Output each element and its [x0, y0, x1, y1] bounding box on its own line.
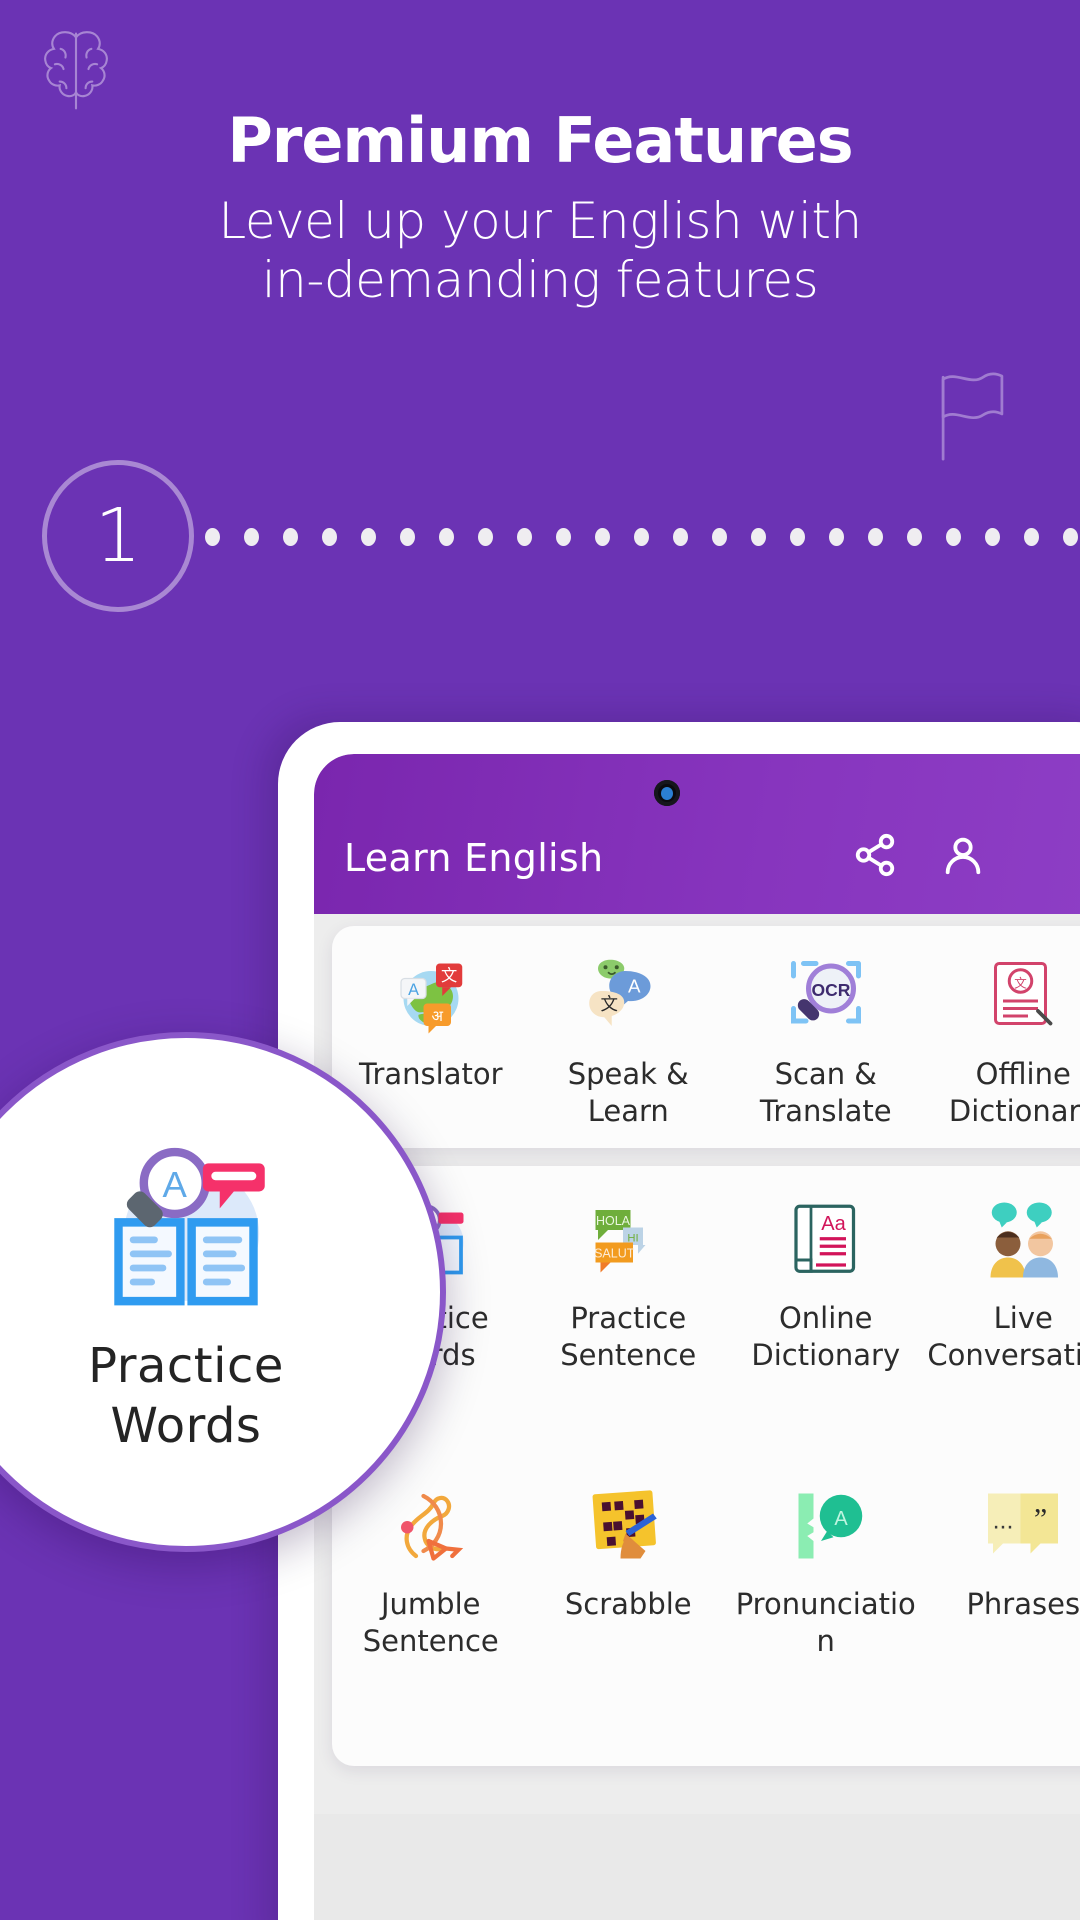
practice-words-icon: A — [81, 1133, 291, 1323]
svg-text:HI: HI — [628, 1232, 639, 1244]
step-dot — [751, 528, 766, 546]
step-dot — [634, 528, 649, 546]
svg-text:OCR: OCR — [811, 980, 850, 1000]
feature-card-top: A 文 अ Translator A 文 Speak & Learn OCR S… — [332, 926, 1080, 1148]
page-subtitle-line1: Level up your English with — [218, 192, 862, 250]
svg-text:文: 文 — [1014, 975, 1027, 990]
feature-label: Online Dictionary — [751, 1301, 901, 1373]
page-subtitle-line2: in-demanding features — [261, 251, 819, 309]
feature-item-online-dictionary[interactable]: Aa Online Dictionary — [727, 1196, 925, 1374]
step-dot — [790, 528, 805, 546]
online-dictionary-icon: Aa — [782, 1196, 870, 1284]
feature-item-offline-dictionary[interactable]: 文 Offline Dictionary — [925, 952, 1080, 1130]
step-dot — [712, 528, 727, 546]
feature-label: Jumble Sentence — [362, 1587, 499, 1659]
promo-screenshot: Premium Features Level up your English w… — [0, 0, 1080, 1920]
svg-text:...: ... — [993, 1507, 1014, 1535]
svg-text:A: A — [628, 975, 641, 996]
step-dot — [829, 528, 844, 546]
speech-bubbles-icon: A 文 — [584, 952, 672, 1040]
step-dot — [517, 528, 532, 546]
feature-label: Speak & Learn — [567, 1057, 689, 1129]
quote-bubble-icon: ... ” — [979, 1482, 1067, 1570]
feature-label: Scrabble — [564, 1587, 692, 1621]
feature-label: Pronunciation — [735, 1587, 916, 1659]
feature-row-3: Jumble Sentence Scrabble A Pronunciation… — [332, 1482, 1080, 1660]
svg-text:A: A — [408, 981, 419, 999]
step-dot — [1024, 528, 1039, 546]
step-dot — [1063, 528, 1078, 546]
svg-text:HOLA: HOLA — [596, 1214, 631, 1228]
jumble-knot-icon — [387, 1482, 475, 1570]
page-title: Premium Features — [227, 104, 853, 177]
svg-text:文: 文 — [441, 967, 457, 985]
speaking-head-icon: A — [782, 1482, 870, 1570]
account-icon[interactable] — [940, 832, 986, 878]
svg-text:文: 文 — [601, 994, 619, 1014]
offline-dictionary-icon: 文 — [979, 952, 1067, 1040]
brain-icon — [44, 31, 108, 110]
highlight-label-line1: Practice — [88, 1338, 284, 1395]
feature-label: Translator — [359, 1057, 503, 1091]
step-dotted-line — [205, 522, 1080, 552]
svg-text:SALUT: SALUT — [594, 1247, 635, 1261]
step-dot — [478, 528, 493, 546]
camera-lens-icon — [661, 787, 673, 800]
feature-card-main: A Practice Words HOLA — [332, 1166, 1080, 1766]
step-dot — [595, 528, 610, 546]
feature-label: Offline Dictionary — [948, 1057, 1080, 1129]
globe-translate-icon: A 文 अ — [387, 952, 475, 1040]
phone-bottom-strip — [314, 1814, 1080, 1920]
page-subtitle: Level up your English with in-demanding … — [0, 192, 1080, 310]
step-dot — [361, 528, 376, 546]
step-dot — [673, 528, 688, 546]
step-indicator-circle: 1 — [42, 460, 194, 612]
hola-salut-bubbles-icon: HOLA HI SALUT — [584, 1196, 672, 1284]
step-dot — [946, 528, 961, 546]
app-bar: Learn English — [314, 754, 1080, 914]
feature-label: Phrases — [966, 1587, 1080, 1621]
step-dot — [868, 528, 883, 546]
scrabble-board-icon — [584, 1482, 672, 1570]
feature-item-pronunciation[interactable]: A Pronunciation — [727, 1482, 925, 1660]
feature-label: Live Conversation — [927, 1301, 1080, 1373]
svg-text:”: ” — [1034, 1503, 1047, 1536]
flag-icon — [941, 372, 1004, 461]
feature-item-practice-sentence[interactable]: HOLA HI SALUT Practice Sentence — [530, 1196, 728, 1374]
highlight-label-line2: Words — [110, 1398, 262, 1454]
feature-label: Scan & Translate — [759, 1057, 892, 1129]
step-dot — [985, 528, 1000, 546]
feature-item-jumble-sentence[interactable]: Jumble Sentence — [332, 1482, 530, 1660]
step-dot — [283, 528, 298, 546]
feature-item-scrabble[interactable]: Scrabble — [530, 1482, 728, 1660]
step-dot — [205, 528, 220, 546]
feature-item-speak-and-learn[interactable]: A 文 Speak & Learn — [530, 952, 728, 1130]
svg-text:A: A — [163, 1165, 188, 1206]
step-dot — [439, 528, 454, 546]
app-title: Learn English — [344, 836, 604, 880]
feature-item-scan-and-translate[interactable]: OCR Scan & Translate — [727, 952, 925, 1130]
feature-item-phrases[interactable]: ... ” Phrases — [925, 1482, 1080, 1660]
feature-label: Practice Sentence — [560, 1301, 697, 1373]
step-dot — [556, 528, 571, 546]
highlight-label: Practice Words — [16, 1337, 356, 1456]
step-dot — [322, 528, 337, 546]
step-dot — [244, 528, 259, 546]
svg-text:अ: अ — [431, 1008, 443, 1025]
step-dot — [907, 528, 922, 546]
feature-row-1: A 文 अ Translator A 文 Speak & Learn OCR S… — [332, 952, 1080, 1130]
svg-text:Aa: Aa — [821, 1213, 846, 1235]
share-icon[interactable] — [852, 832, 898, 878]
step-number: 1 — [94, 493, 142, 579]
two-people-chat-icon — [979, 1196, 1067, 1284]
feature-item-live-conversation[interactable]: Live Conversation — [925, 1196, 1080, 1374]
step-dot — [400, 528, 415, 546]
svg-text:A: A — [834, 1508, 848, 1530]
ocr-magnifier-icon: OCR — [782, 952, 870, 1040]
